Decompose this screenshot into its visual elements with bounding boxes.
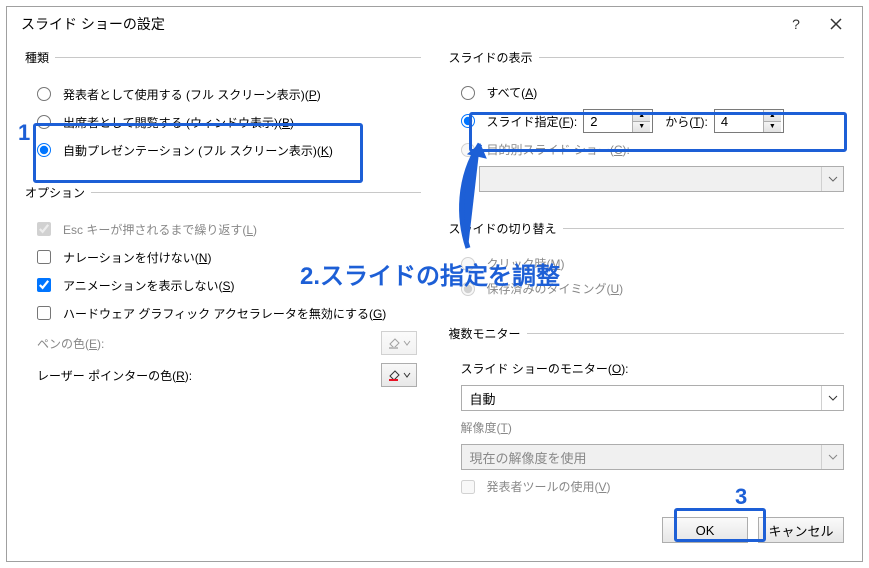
spin-up-icon[interactable]: ▲	[764, 110, 781, 122]
radio-click: クリック時(M)	[449, 251, 845, 276]
radio-range[interactable]	[461, 114, 475, 128]
to-input[interactable]	[715, 110, 763, 132]
pen-color-button[interactable]	[381, 331, 417, 355]
spin-down-icon[interactable]: ▼	[633, 122, 650, 133]
group-switch: スライドの切り替え クリック時(M) 保存済みのタイミング(U)	[449, 220, 845, 309]
ok-button[interactable]: OK	[662, 517, 748, 543]
titlebar: スライド ショーの設定 ?	[7, 7, 862, 41]
to-spin[interactable]: ▲▼	[714, 109, 784, 133]
help-button[interactable]: ?	[776, 11, 816, 37]
check-hwaccel[interactable]: ハードウェア グラフィック アクセラレータを無効にする(G)	[25, 299, 421, 327]
check-esc: Esc キーが押されるまで繰り返す(L)	[25, 215, 421, 243]
dialog-title: スライド ショーの設定	[21, 14, 165, 34]
resolution-combo: 現在の解像度を使用	[461, 444, 845, 470]
custom-show-combo	[479, 166, 845, 192]
laser-color-button[interactable]	[381, 363, 417, 387]
cancel-button[interactable]: キャンセル	[758, 517, 844, 543]
chevron-down-icon[interactable]	[821, 386, 843, 410]
group-options: オプション Esc キーが押されるまで繰り返す(L) ナレーションを付けない(N…	[25, 184, 421, 395]
group-kind: 種類 発表者として使用する (フル スクリーン表示)(P) 出席者として閲覧する…	[25, 49, 421, 168]
from-spin[interactable]: ▲▼	[583, 109, 653, 133]
paint-bucket-icon	[387, 336, 401, 350]
slide-range-row: スライド指定(F): ▲▼ から(T): ▲▼	[449, 105, 845, 137]
spin-up-icon[interactable]: ▲	[633, 110, 650, 122]
group-show-legend: スライドの表示	[449, 49, 539, 66]
chevron-down-icon	[821, 445, 843, 469]
close-icon	[830, 18, 842, 30]
group-options-legend: オプション	[25, 184, 91, 201]
radio-custom-show: 目的別スライド ショー(C):	[449, 137, 845, 162]
group-switch-legend: スライドの切り替え	[449, 220, 563, 237]
radio-timing: 保存済みのタイミング(U)	[449, 276, 845, 301]
from-input[interactable]	[584, 110, 632, 132]
close-button[interactable]	[816, 11, 856, 37]
slideshow-settings-dialog: スライド ショーの設定 ? 種類 発表者として使用する (フル スクリーン表示)…	[6, 6, 863, 562]
group-monitors: 複数モニター スライド ショーのモニター(O): 自動 解像度(T) 現在の解像…	[449, 325, 845, 507]
radio-all[interactable]: すべて(A)	[449, 80, 845, 105]
pen-color-row: ペンの色(E):	[25, 327, 421, 359]
laser-color-row: レーザー ポインターの色(R):	[25, 359, 421, 391]
check-narration[interactable]: ナレーションを付けない(N)	[25, 243, 421, 271]
chevron-down-icon	[821, 167, 843, 191]
spin-down-icon[interactable]: ▼	[764, 122, 781, 133]
radio-presenter[interactable]: 発表者として使用する (フル スクリーン表示)(P)	[25, 80, 421, 108]
check-animation[interactable]: アニメーションを表示しない(S)	[25, 271, 421, 299]
chevron-down-icon	[403, 336, 411, 350]
group-show: スライドの表示 すべて(A) スライド指定(F): ▲▼ から(T): ▲▼	[449, 49, 845, 204]
paint-bucket-icon	[387, 368, 401, 382]
radio-auto[interactable]: 自動プレゼンテーション (フル スクリーン表示)(K)	[25, 136, 421, 164]
radio-attendee[interactable]: 出席者として閲覧する (ウィンドウ表示)(B)	[25, 108, 421, 136]
group-monitors-legend: 複数モニター	[449, 325, 527, 342]
chevron-down-icon	[403, 368, 411, 382]
monitor-combo[interactable]: 自動	[461, 385, 845, 411]
check-presenter-view: 発表者ツールの使用(V)	[449, 474, 845, 499]
group-kind-legend: 種類	[25, 49, 55, 66]
